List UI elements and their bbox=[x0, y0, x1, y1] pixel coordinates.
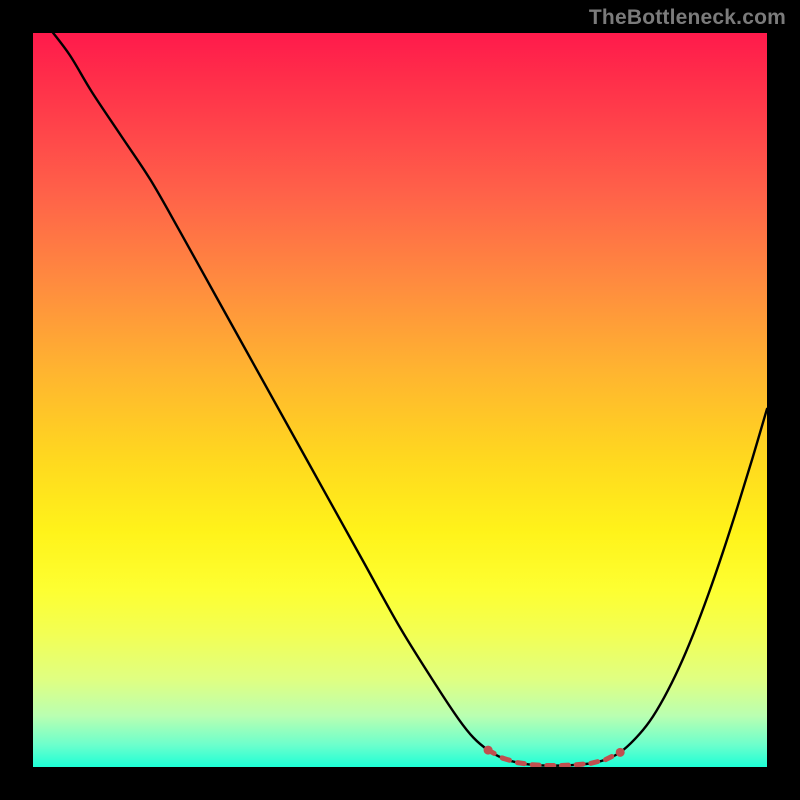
valley-band bbox=[484, 746, 625, 766]
watermark-text: TheBottleneck.com bbox=[589, 6, 786, 30]
curve-layer bbox=[33, 33, 767, 767]
chart-stage: TheBottleneck.com bbox=[0, 0, 800, 800]
bottleneck-curve bbox=[33, 33, 767, 766]
plot-area bbox=[33, 33, 767, 767]
